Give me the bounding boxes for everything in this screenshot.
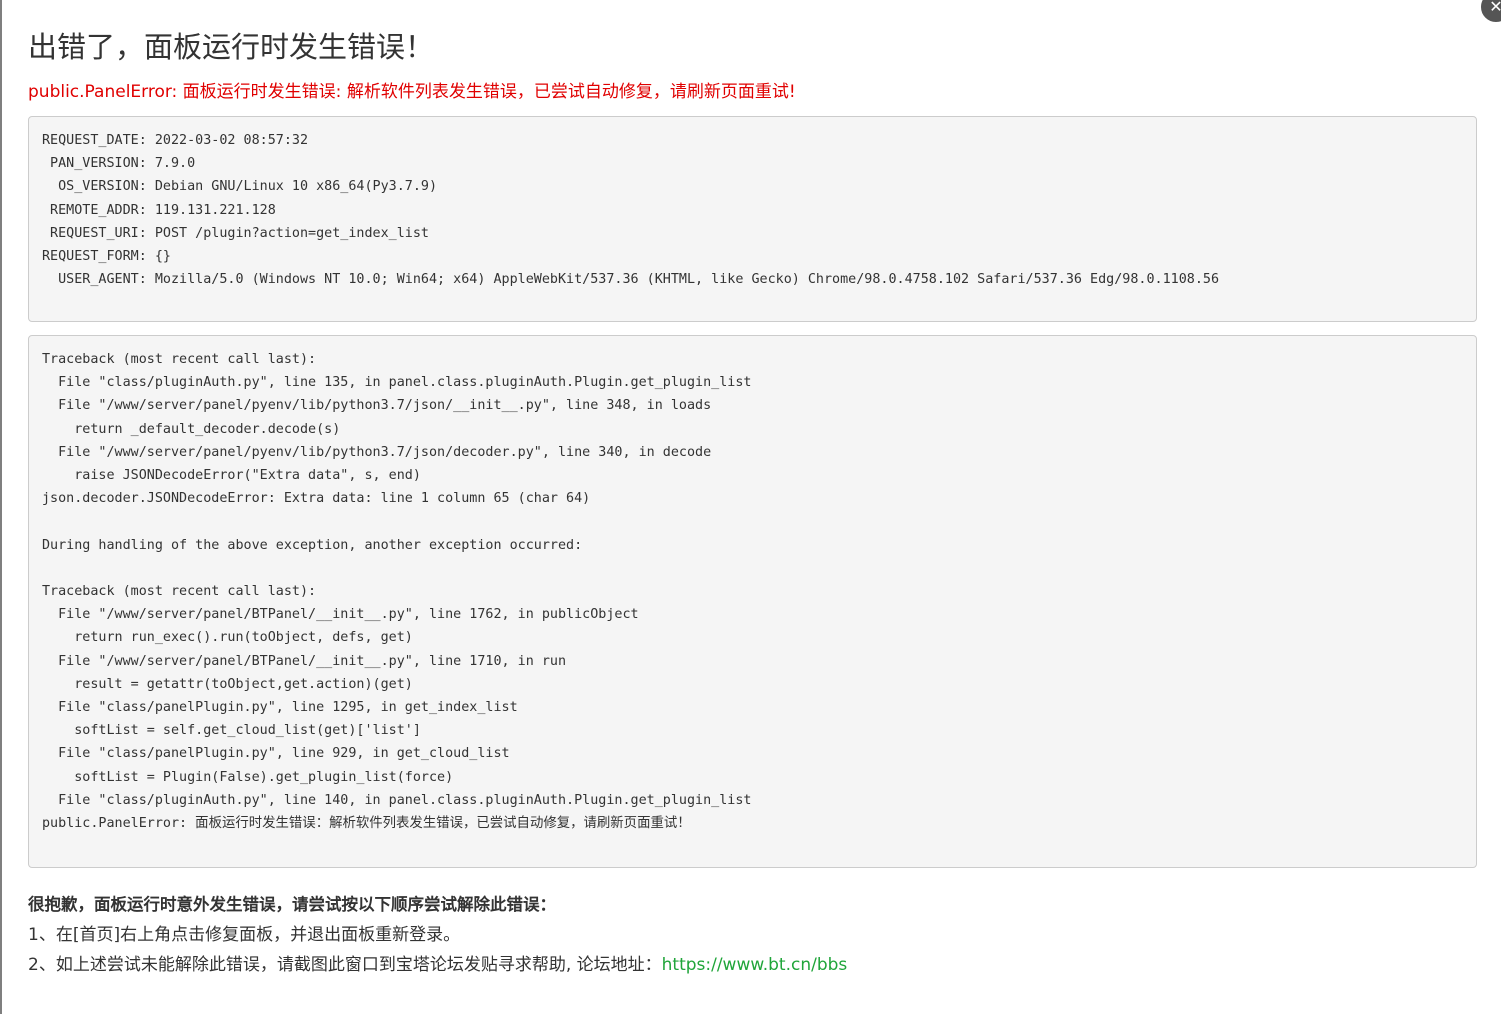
- close-icon: ✕: [1489, 0, 1501, 16]
- help-title: 很抱歉，面板运行时意外发生错误，请尝试按以下顺序尝试解除此错误：: [28, 895, 556, 914]
- traceback-text: Traceback (most recent call last): File …: [42, 352, 752, 832]
- traceback-box: Traceback (most recent call last): File …: [28, 335, 1477, 868]
- error-dialog: ✕ 出错了，面板运行时发生错误！ public.PanelError: 面板运行…: [0, 0, 1501, 1014]
- request-info-text: REQUEST_DATE: 2022-03-02 08:57:32 PAN_VE…: [42, 133, 1220, 288]
- help-step-2-text: 2、如上述尝试未能解除此错误，请截图此窗口到宝塔论坛发贴寻求帮助, 论坛地址：: [28, 955, 662, 975]
- request-info-box: REQUEST_DATE: 2022-03-02 08:57:32 PAN_VE…: [28, 116, 1477, 322]
- help-step-1: 1、在[首页]右上角点击修复面板，并退出面板重新登录。: [28, 925, 461, 945]
- help-section: 很抱歉，面板运行时意外发生错误，请尝试按以下顺序尝试解除此错误： 1、在[首页]…: [28, 890, 847, 980]
- page-title: 出错了，面板运行时发生错误！: [28, 30, 435, 64]
- help-step-2: 2、如上述尝试未能解除此错误，请截图此窗口到宝塔论坛发贴寻求帮助, 论坛地址：h…: [28, 950, 847, 980]
- close-button[interactable]: ✕: [1479, 0, 1501, 24]
- forum-link[interactable]: https://www.bt.cn/bbs: [662, 955, 848, 975]
- error-message: public.PanelError: 面板运行时发生错误: 解析软件列表发生错误…: [28, 82, 796, 102]
